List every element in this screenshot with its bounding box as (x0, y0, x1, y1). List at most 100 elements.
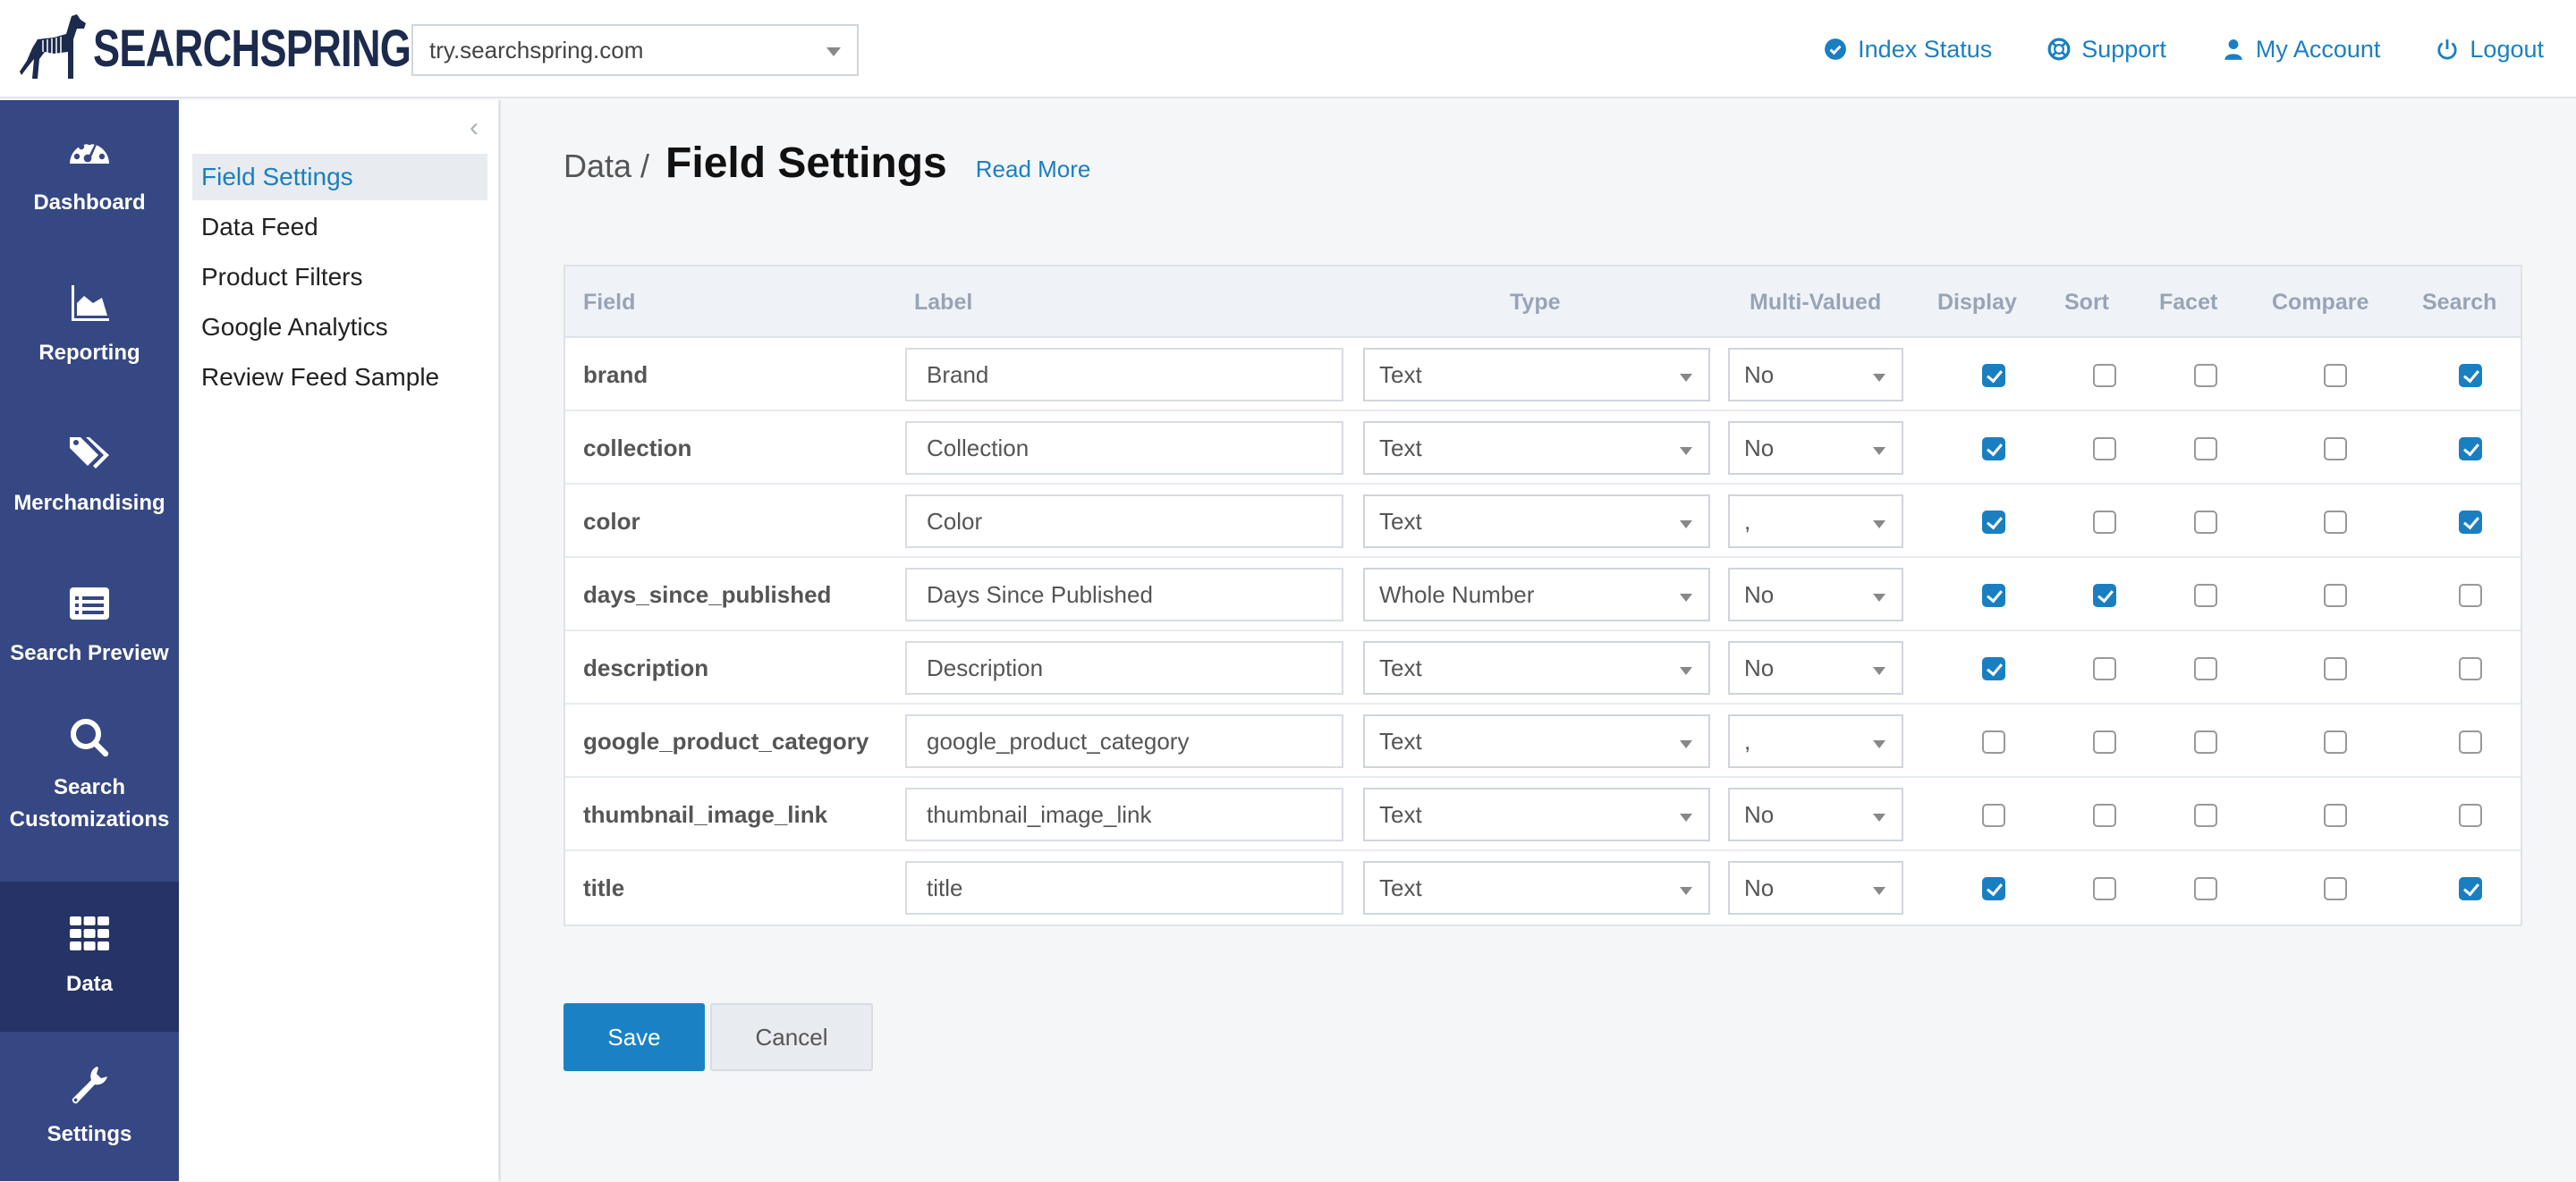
logout-link[interactable]: Logout (2436, 36, 2544, 63)
compare-checkbox[interactable] (2324, 657, 2347, 680)
facet-checkbox[interactable] (2194, 511, 2217, 534)
search-checkbox[interactable] (2459, 511, 2482, 534)
facet-checkbox[interactable] (2194, 877, 2217, 900)
sidebar-item-label: Merchandising (13, 491, 165, 515)
sidebar-item-dashboard[interactable]: Dashboard (0, 100, 179, 250)
sidebar-item-reporting[interactable]: Reporting (0, 250, 179, 401)
display-checkbox[interactable] (1982, 437, 2005, 460)
multi-valued-select[interactable]: , (1728, 714, 1903, 768)
breadcrumb[interactable]: Data / (564, 148, 649, 185)
label-input[interactable] (905, 568, 1343, 621)
compare-checkbox[interactable] (2324, 730, 2347, 754)
label-input[interactable] (905, 861, 1343, 915)
display-checkbox[interactable] (1982, 511, 2005, 534)
search-checkbox[interactable] (2459, 584, 2482, 607)
sort-checkbox[interactable] (2093, 437, 2116, 460)
search-checkbox[interactable] (2459, 877, 2482, 900)
compare-checkbox[interactable] (2324, 511, 2347, 534)
facet-checkbox[interactable] (2194, 364, 2217, 387)
compare-checkbox[interactable] (2324, 437, 2347, 460)
multi-valued-select[interactable]: No (1728, 861, 1903, 915)
sidebar-item-settings[interactable]: Settings (0, 1032, 179, 1182)
type-select[interactable]: Text (1363, 348, 1710, 401)
display-checkbox[interactable] (1982, 364, 2005, 387)
search-checkbox[interactable] (2459, 804, 2482, 827)
label-input[interactable] (905, 494, 1343, 548)
compare-checkbox[interactable] (2324, 584, 2347, 607)
dog-logo-icon (20, 14, 86, 79)
type-select[interactable]: Text (1363, 421, 1710, 475)
my-account-link[interactable]: My Account (2222, 36, 2380, 63)
index-status-link[interactable]: Index Status (1824, 36, 1992, 63)
multi-valued-select-value: No (1744, 434, 1775, 461)
compare-checkbox[interactable] (2324, 804, 2347, 827)
facet-checkbox[interactable] (2194, 657, 2217, 680)
search-checkbox[interactable] (2459, 437, 2482, 460)
display-checkbox[interactable] (1982, 584, 2005, 607)
search-checkbox[interactable] (2459, 657, 2482, 680)
field-name: days_since_published (583, 580, 832, 608)
multi-valued-select[interactable]: No (1728, 788, 1903, 841)
label-input[interactable] (905, 714, 1343, 768)
type-select[interactable]: Text (1363, 714, 1710, 768)
support-link[interactable]: Support (2047, 36, 2166, 63)
multi-valued-select[interactable]: No (1728, 641, 1903, 695)
facet-checkbox[interactable] (2194, 804, 2217, 827)
display-checkbox[interactable] (1982, 804, 2005, 827)
facet-checkbox[interactable] (2194, 437, 2217, 460)
sort-checkbox[interactable] (2093, 804, 2116, 827)
display-checkbox[interactable] (1982, 877, 2005, 900)
multi-valued-select[interactable]: No (1728, 348, 1903, 401)
label-input[interactable] (905, 788, 1343, 841)
multi-valued-select[interactable]: , (1728, 494, 1903, 548)
multi-valued-select[interactable]: No (1728, 421, 1903, 475)
compare-checkbox[interactable] (2324, 877, 2347, 900)
tags-icon (70, 437, 109, 469)
type-select[interactable]: Text (1363, 494, 1710, 548)
type-select[interactable]: Whole Number (1363, 568, 1710, 621)
site-select[interactable]: try.searchspring.com (411, 24, 859, 76)
sidebar-item-merchandising[interactable]: Merchandising (0, 401, 179, 551)
type-select[interactable]: Text (1363, 788, 1710, 841)
label-input[interactable] (905, 641, 1343, 695)
subnav-item-data-feed[interactable]: Data Feed (192, 204, 487, 250)
sort-checkbox[interactable] (2093, 584, 2116, 607)
label-input[interactable] (905, 421, 1343, 475)
cancel-button[interactable]: Cancel (710, 1003, 873, 1071)
sort-checkbox[interactable] (2093, 877, 2116, 900)
display-checkbox[interactable] (1982, 730, 2005, 754)
multi-valued-select[interactable]: No (1728, 568, 1903, 621)
search-checkbox[interactable] (2459, 730, 2482, 754)
sort-checkbox[interactable] (2093, 511, 2116, 534)
search-checkbox[interactable] (2459, 364, 2482, 387)
table-row: title Text No (565, 851, 2521, 924)
subnav-item-product-filters[interactable]: Product Filters (192, 254, 487, 300)
chevron-down-icon (1680, 814, 1692, 822)
sidebar-item-data[interactable]: Data (0, 882, 179, 1032)
sort-checkbox[interactable] (2093, 657, 2116, 680)
chevron-down-icon (1680, 447, 1692, 455)
read-more-link[interactable]: Read More (976, 156, 1091, 183)
field-name: thumbnail_image_link (583, 800, 828, 828)
top-header: SEARCHSPRING try.searchspring.com Index … (0, 0, 2576, 98)
display-checkbox[interactable] (1982, 657, 2005, 680)
facet-checkbox[interactable] (2194, 730, 2217, 754)
chevron-down-icon (1680, 374, 1692, 382)
subnav-item-google-analytics[interactable]: Google Analytics (192, 304, 487, 350)
subnav-item-review-feed-sample[interactable]: Review Feed Sample (192, 354, 487, 401)
sort-checkbox[interactable] (2093, 730, 2116, 754)
life-ring-icon (2047, 38, 2071, 61)
sidebar-item-search-preview[interactable]: Search Preview (0, 551, 179, 701)
type-select[interactable]: Text (1363, 641, 1710, 695)
label-input[interactable] (905, 348, 1343, 401)
sort-checkbox[interactable] (2093, 364, 2116, 387)
sidebar-item-search-customizations[interactable]: Search Customizations (0, 701, 179, 851)
chevron-down-icon (1873, 887, 1885, 895)
save-button[interactable]: Save (564, 1003, 705, 1071)
type-select[interactable]: Text (1363, 861, 1710, 915)
facet-checkbox[interactable] (2194, 584, 2217, 607)
compare-checkbox[interactable] (2324, 364, 2347, 387)
sidebar-item-label: Settings (47, 1122, 132, 1146)
collapse-chevron-left-icon[interactable]: ‹ (470, 113, 491, 142)
subnav-item-field-settings[interactable]: Field Settings (192, 154, 487, 200)
